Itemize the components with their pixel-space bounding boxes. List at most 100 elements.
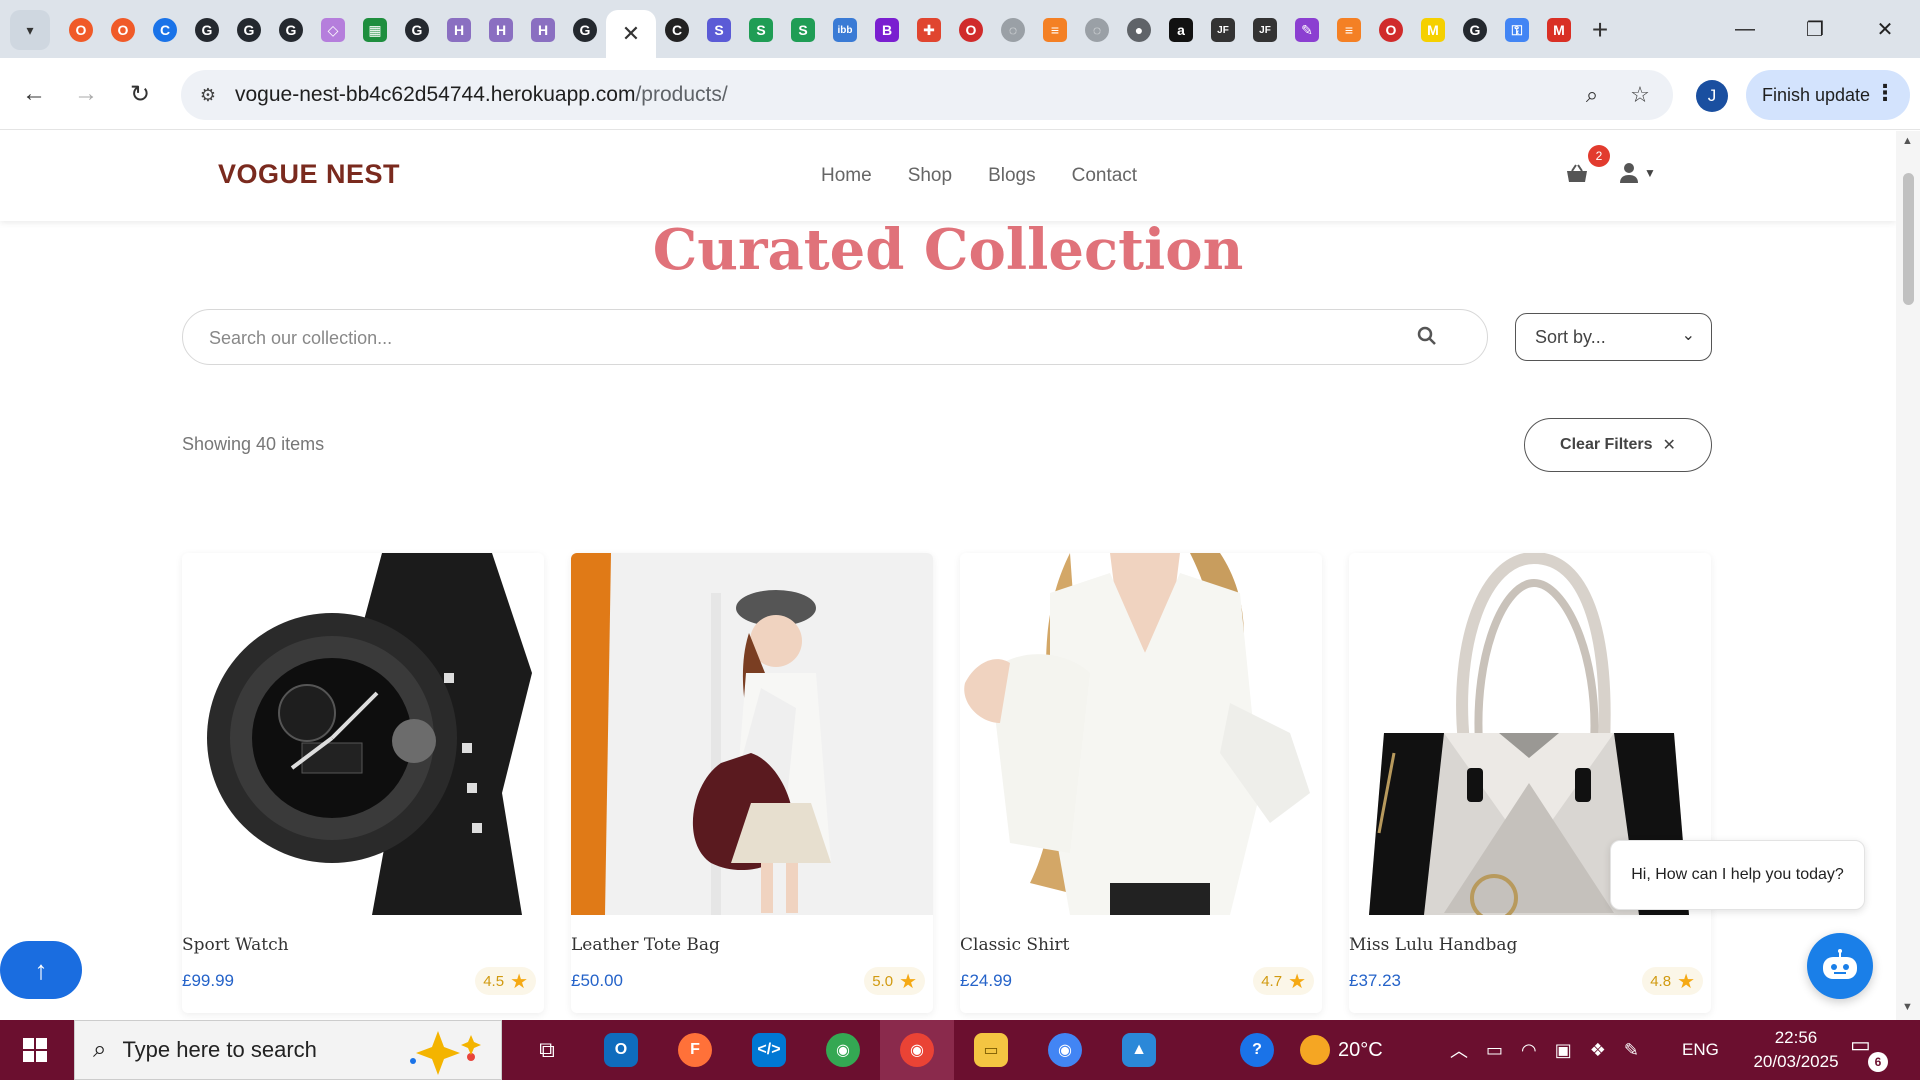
dropbox-icon[interactable]: ❖ bbox=[1590, 1040, 1606, 1061]
taskbar-photos[interactable]: ▲ bbox=[1102, 1020, 1176, 1080]
browser-tab[interactable]: ✎ bbox=[1286, 10, 1328, 50]
reload-button[interactable]: ↻ bbox=[120, 74, 160, 114]
nav-blogs[interactable]: Blogs bbox=[988, 165, 1036, 187]
taskbar-search[interactable]: ⌕ Type here to search bbox=[74, 1020, 502, 1080]
product-name[interactable]: Leather Tote Bag bbox=[571, 935, 720, 955]
browser-tab[interactable]: S bbox=[698, 10, 740, 50]
product-card[interactable]: Leather Tote Bag £50.00 5.0 ★ bbox=[571, 553, 933, 1013]
browser-tab[interactable]: H bbox=[438, 10, 480, 50]
site-info-icon[interactable]: ⚙ bbox=[195, 82, 221, 108]
browser-tab[interactable]: H bbox=[522, 10, 564, 50]
user-menu-toggle[interactable]: ▼ bbox=[1620, 163, 1656, 183]
browser-tab[interactable]: G bbox=[270, 10, 312, 50]
browser-tab[interactable]: ▦ bbox=[354, 10, 396, 50]
scroll-down-icon[interactable]: ▼ bbox=[1902, 1001, 1913, 1013]
address-bar[interactable]: ⚙ vogue-nest-bb4c62d54744.herokuapp.com/… bbox=[181, 70, 1673, 120]
product-image[interactable] bbox=[960, 553, 1322, 915]
browser-tab[interactable]: ≡ bbox=[1034, 10, 1076, 50]
browser-tab[interactable]: O bbox=[1370, 10, 1412, 50]
browser-tab[interactable]: S bbox=[782, 10, 824, 50]
taskbar-outlook[interactable]: O bbox=[584, 1020, 658, 1080]
product-card[interactable]: Classic Shirt £24.99 4.7 ★ bbox=[960, 553, 1322, 1013]
browser-tab[interactable]: ⚿ bbox=[1496, 10, 1538, 50]
scroll-up-icon[interactable]: ▲ bbox=[1902, 135, 1913, 147]
taskbar-firefox[interactable]: F bbox=[658, 1020, 732, 1080]
browser-tab[interactable]: O bbox=[102, 10, 144, 50]
taskbar-chrome[interactable]: ◉ bbox=[806, 1020, 880, 1080]
browser-tab[interactable]: G bbox=[564, 10, 606, 50]
product-name[interactable]: Miss Lulu Handbag bbox=[1349, 935, 1517, 955]
product-image[interactable] bbox=[571, 553, 933, 915]
browser-tab[interactable]: G bbox=[186, 10, 228, 50]
active-tab[interactable]: ✕ bbox=[606, 10, 656, 58]
chat-greeting-bubble[interactable]: Hi, How can I help you today? bbox=[1610, 840, 1865, 910]
browser-tab[interactable]: ≡ bbox=[1328, 10, 1370, 50]
browser-tab[interactable]: ◌ bbox=[992, 10, 1034, 50]
browser-tab[interactable]: C bbox=[144, 10, 186, 50]
cart-button[interactable] bbox=[1566, 164, 1588, 190]
search-icon[interactable] bbox=[1417, 326, 1437, 352]
taskbar-chrome-active[interactable]: ◉ bbox=[880, 1020, 954, 1080]
browser-tab[interactable]: ✚ bbox=[908, 10, 950, 50]
browser-tab[interactable]: M bbox=[1412, 10, 1454, 50]
browser-tab[interactable]: B bbox=[866, 10, 908, 50]
taskbar-file-explorer[interactable]: ▭ bbox=[954, 1020, 1028, 1080]
taskbar-vscode[interactable]: </> bbox=[732, 1020, 806, 1080]
nav-home[interactable]: Home bbox=[821, 165, 872, 187]
browser-tab[interactable]: JF bbox=[1202, 10, 1244, 50]
search-input[interactable] bbox=[209, 324, 1389, 352]
sort-select[interactable]: Sort by... ⌄ bbox=[1515, 313, 1712, 361]
finish-update-button[interactable]: Finish update ⋮ bbox=[1746, 70, 1910, 120]
battery-icon[interactable]: ▭ bbox=[1486, 1040, 1503, 1061]
product-card[interactable]: Miss Lulu Handbag £37.23 4.8 ★ bbox=[1349, 553, 1711, 1013]
wifi-icon[interactable]: ◠ bbox=[1521, 1040, 1537, 1061]
clock[interactable]: 22:56 20/03/2025 bbox=[1748, 1026, 1844, 1074]
browser-tab[interactable]: G bbox=[1454, 10, 1496, 50]
close-icon[interactable]: ✕ bbox=[622, 21, 640, 47]
language-indicator[interactable]: ENG bbox=[1682, 1040, 1719, 1060]
back-button[interactable]: ← bbox=[14, 74, 54, 114]
brand-logo[interactable]: VOGUE NEST bbox=[218, 159, 400, 190]
browser-tab[interactable]: G bbox=[228, 10, 270, 50]
nav-shop[interactable]: Shop bbox=[908, 165, 952, 187]
browser-tab[interactable]: ◇ bbox=[312, 10, 354, 50]
browser-tab[interactable]: S bbox=[740, 10, 782, 50]
browser-tab[interactable]: O bbox=[60, 10, 102, 50]
product-image[interactable] bbox=[182, 553, 544, 915]
show-hidden-icons-icon[interactable]: ︿ bbox=[1450, 1037, 1468, 1063]
browser-tab[interactable]: ◌ bbox=[1076, 10, 1118, 50]
taskbar-chrome-profile[interactable]: ◉ bbox=[1028, 1020, 1102, 1080]
help-icon[interactable]: ? bbox=[1240, 1033, 1274, 1067]
start-button[interactable] bbox=[0, 1020, 70, 1080]
browser-tab[interactable]: ● bbox=[1118, 10, 1160, 50]
minimize-button[interactable]: — bbox=[1710, 0, 1780, 58]
browser-tab[interactable]: C bbox=[656, 10, 698, 50]
zoom-icon[interactable]: ⌕ bbox=[1577, 80, 1607, 110]
nav-contact[interactable]: Contact bbox=[1072, 165, 1137, 187]
bookmark-star-icon[interactable]: ☆ bbox=[1625, 80, 1655, 110]
back-to-top-button[interactable]: ↑ bbox=[0, 941, 82, 999]
new-tab-button[interactable]: + bbox=[1580, 10, 1620, 50]
display-icon[interactable]: ▣ bbox=[1555, 1040, 1572, 1061]
browser-tab[interactable]: M bbox=[1538, 10, 1580, 50]
scrollbar-thumb[interactable] bbox=[1903, 173, 1914, 305]
browser-tab[interactable]: H bbox=[480, 10, 522, 50]
close-window-button[interactable]: ✕ bbox=[1850, 0, 1920, 58]
browser-tab[interactable]: O bbox=[950, 10, 992, 50]
tab-search-button[interactable]: ▾ bbox=[10, 10, 50, 50]
task-view-button[interactable]: ⧉ bbox=[510, 1020, 584, 1080]
browser-tab[interactable]: ibb bbox=[824, 10, 866, 50]
page-scrollbar[interactable]: ▲ ▼ bbox=[1896, 131, 1920, 1020]
weather-widget[interactable]: ? 20°C bbox=[1240, 1020, 1383, 1080]
clear-filters-button[interactable]: Clear Filters ✕ bbox=[1524, 418, 1712, 472]
browser-tab[interactable]: G bbox=[396, 10, 438, 50]
forward-button[interactable]: → bbox=[66, 74, 106, 114]
browser-tab[interactable]: a bbox=[1160, 10, 1202, 50]
url-text[interactable]: vogue-nest-bb4c62d54744.herokuapp.com/pr… bbox=[235, 83, 728, 107]
restore-button[interactable]: ❐ bbox=[1780, 0, 1850, 58]
chatbot-button[interactable] bbox=[1807, 933, 1873, 999]
profile-avatar[interactable]: J bbox=[1696, 80, 1728, 112]
product-name[interactable]: Classic Shirt bbox=[960, 935, 1069, 955]
product-name[interactable]: Sport Watch bbox=[182, 935, 289, 955]
product-card[interactable]: Sport Watch £99.99 4.5 ★ bbox=[182, 553, 544, 1013]
